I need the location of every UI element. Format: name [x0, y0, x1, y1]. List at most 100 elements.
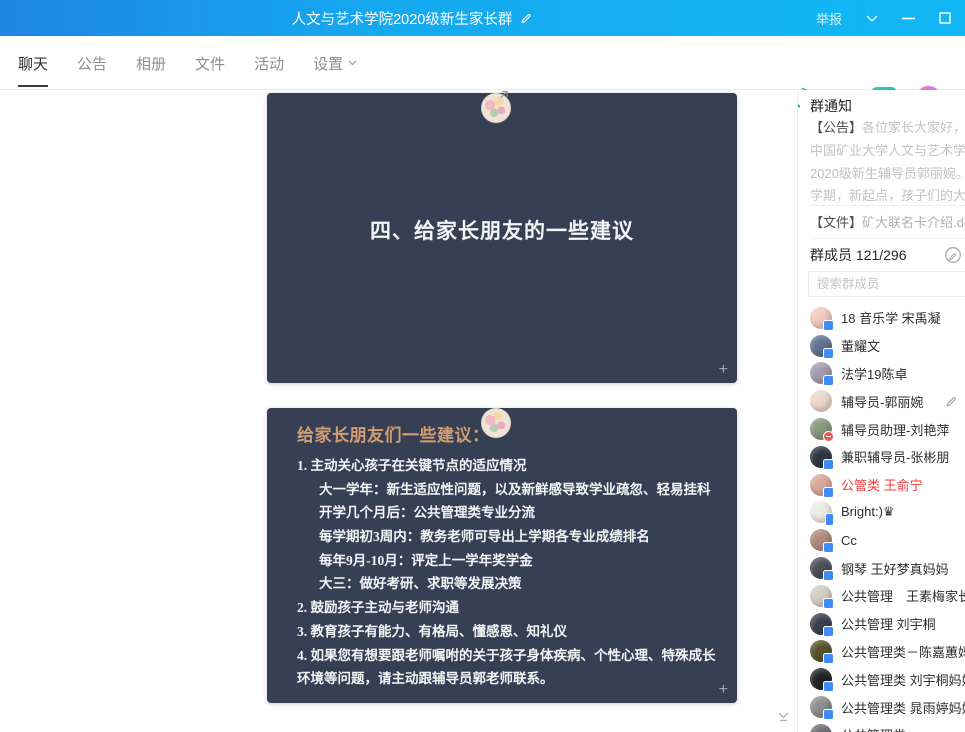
member-avatar — [810, 640, 832, 662]
qq-group-window: 人文与艺术学院2020级新生家长群 举报 聊天 公告 相册 文件 活动 — [0, 0, 965, 732]
edit-title-icon[interactable] — [519, 12, 532, 25]
titlebar: 人文与艺术学院2020级新生家长群 举报 — [0, 0, 965, 36]
announcement-preview[interactable]: 【公告】各位家长大家好，我是中国矿业大学人文与艺术学院2020级新生辅导员郭丽婉… — [810, 117, 965, 209]
zoom-plus-icon[interactable]: + — [719, 682, 728, 698]
expand-arrow-icon[interactable] — [497, 90, 510, 106]
member-row[interactable]: Cc — [800, 526, 965, 554]
member-row[interactable]: 公共管理类－陈嘉蕙妈妈 — [800, 638, 965, 666]
divider — [810, 205, 965, 206]
tab-files[interactable]: 文件 — [195, 36, 225, 90]
member-row[interactable]: 公管类 王俞宁 — [800, 471, 965, 499]
sidebar: 群通知 【公告】各位家长大家好，我是中国矿业大学人文与艺术学院2020级新生辅导… — [800, 90, 965, 732]
online-badge — [823, 348, 834, 359]
slide2-line: 每年9月-10月：评定上一学年奖学金 — [267, 549, 737, 573]
online-badge — [823, 542, 834, 553]
online-badge — [823, 681, 834, 692]
tabbar: 聊天 公告 相册 文件 活动 设置 — [0, 36, 965, 90]
member-row[interactable]: 公共管理 刘宇桐 — [800, 610, 965, 638]
scroll-to-bottom-icon[interactable] — [776, 710, 791, 728]
slide2-line: 开学几个月后：公共管理类专业分流 — [267, 501, 737, 525]
online-badge — [823, 459, 834, 470]
tabs: 聊天 公告 相册 文件 活动 设置 — [18, 36, 357, 90]
member-avatar — [810, 474, 832, 496]
member-avatar — [810, 668, 832, 690]
online-badge — [825, 513, 834, 526]
member-avatar — [810, 613, 832, 635]
members-count-title: 群成员 121/296 — [810, 245, 907, 265]
member-row[interactable]: 兼职辅导员-张彬朋 — [800, 443, 965, 471]
member-name: 公共管理类 刘宇桐妈妈 — [841, 670, 965, 689]
slide2-line-text: 环境等问题，请主动跟辅导员郭老师联系。 — [297, 671, 554, 686]
member-name: 辅导员助理-刘艳萍 — [841, 420, 949, 439]
window-controls: 举报 — [816, 0, 951, 36]
member-row[interactable]: 公共管理类 刘宇桐妈妈 — [800, 665, 965, 693]
member-row[interactable]: 公共管理 王素梅家长 — [800, 582, 965, 610]
slide1-title: 四、给家长朋友的一些建议 — [267, 215, 737, 245]
divider — [810, 238, 965, 239]
maximize-button[interactable] — [939, 12, 951, 24]
file-link[interactable]: 【文件】矿大联名卡介绍.doc — [810, 212, 965, 231]
manage-members-icon[interactable] — [944, 246, 962, 269]
online-badge — [823, 570, 834, 581]
slide2-line-text: 大三：做好考研、求职等发展决策 — [319, 576, 522, 591]
slide2-line: 3. 教育孩子有能力、有格局、懂感恩、知礼仪 — [267, 620, 737, 644]
member-name: 公共管理类 — [841, 725, 906, 732]
slide2-line-text: 4. 如果您有想要跟老师嘱咐的关于孩子身体疾病、个性心理、特殊成长 — [297, 648, 716, 663]
online-badge — [823, 626, 834, 637]
tab-announcements[interactable]: 公告 — [77, 36, 107, 90]
chat-area: 四、给家长朋友的一些建议 + 给家长朋友们一些建议： 1. 主动关心孩子在关键节… — [0, 90, 797, 732]
avatar[interactable] — [481, 408, 511, 438]
member-row[interactable]: Bright:)♛ — [800, 499, 965, 527]
member-row[interactable]: 辅导员助理-刘艳萍 — [800, 415, 965, 443]
group-notice-title: 群通知 — [810, 96, 852, 116]
member-name: 18 音乐学 宋禹凝 — [841, 308, 941, 327]
member-name: 辅导员-郭丽婉 — [841, 392, 923, 411]
chevron-down-icon — [348, 60, 357, 66]
announcement-label: 【公告】 — [810, 120, 862, 135]
zoom-plus-icon[interactable]: + — [719, 362, 728, 378]
member-row[interactable]: 董耀文 — [800, 332, 965, 360]
chevron-down-icon[interactable] — [866, 15, 878, 22]
member-row[interactable]: 法学19陈卓 — [800, 360, 965, 388]
member-row[interactable]: 钢琴 王好梦真妈妈 — [800, 554, 965, 582]
search-members-input[interactable] — [808, 271, 965, 297]
member-avatar — [810, 696, 832, 718]
minimize-button[interactable] — [902, 17, 915, 20]
online-badge — [823, 375, 834, 386]
panel-divider — [797, 90, 798, 732]
report-button[interactable]: 举报 — [816, 9, 842, 28]
tab-activities[interactable]: 活动 — [254, 36, 284, 90]
slide2-line-text: 3. 教育孩子有能力、有格局、懂感恩、知礼仪 — [297, 624, 567, 639]
member-row[interactable]: 18 音乐学 宋禹凝 — [800, 304, 965, 332]
tab-album[interactable]: 相册 — [136, 36, 166, 90]
member-row[interactable]: 公共管理类 晁雨婷妈妈 — [800, 693, 965, 721]
member-name: 董耀文 — [841, 336, 880, 355]
slide2-line-text: 开学几个月后：公共管理类专业分流 — [319, 505, 535, 520]
member-edit-icon[interactable] — [945, 395, 958, 408]
slide2-line: 4. 如果您有想要跟老师嘱咐的关于孩子身体疾病、个性心理、特殊成长 — [267, 644, 737, 668]
member-name: 法学19陈卓 — [841, 364, 907, 383]
slide-image-2[interactable]: 给家长朋友们一些建议： 1. 主动关心孩子在关键节点的适应情况 大一学年：新生适… — [267, 408, 737, 703]
tab-settings[interactable]: 设置 — [313, 36, 357, 90]
slide-image-1[interactable]: 四、给家长朋友的一些建议 + — [267, 93, 737, 383]
member-row[interactable]: 辅导员-郭丽婉 — [800, 387, 965, 415]
slide2-line-text: 每学期初3周内：教务老师可导出上学期各专业成绩排名 — [319, 529, 650, 544]
online-badge — [823, 709, 834, 720]
group-title-wrap: 人文与艺术学院2020级新生家长群 — [292, 0, 533, 36]
member-name: 公共管理 王素梅家长 — [841, 586, 965, 605]
member-avatar — [810, 501, 832, 523]
slide2-line: 每学期初3周内：教务老师可导出上学期各专业成绩排名 — [267, 525, 737, 549]
member-avatar — [810, 390, 832, 412]
slide2-title: 给家长朋友们一些建议： — [297, 421, 490, 446]
slide2-line: 2. 鼓励孩子主动与老师沟通 — [267, 596, 737, 620]
member-name: 公共管理类－陈嘉蕙妈妈 — [841, 642, 965, 661]
member-avatar — [810, 307, 832, 329]
slide2-line-text: 每年9月-10月：评定上一学年奖学金 — [319, 553, 533, 568]
slide2-line: 1. 主动关心孩子在关键节点的适应情况 — [267, 454, 737, 478]
online-badge — [823, 431, 834, 442]
member-row[interactable]: 公共管理类 — [800, 721, 965, 732]
member-name: 兼职辅导员-张彬朋 — [841, 447, 949, 466]
tab-chat[interactable]: 聊天 — [18, 36, 48, 90]
slide2-line-text: 1. 主动关心孩子在关键节点的适应情况 — [297, 458, 527, 473]
member-name: 钢琴 王好梦真妈妈 — [841, 559, 949, 578]
